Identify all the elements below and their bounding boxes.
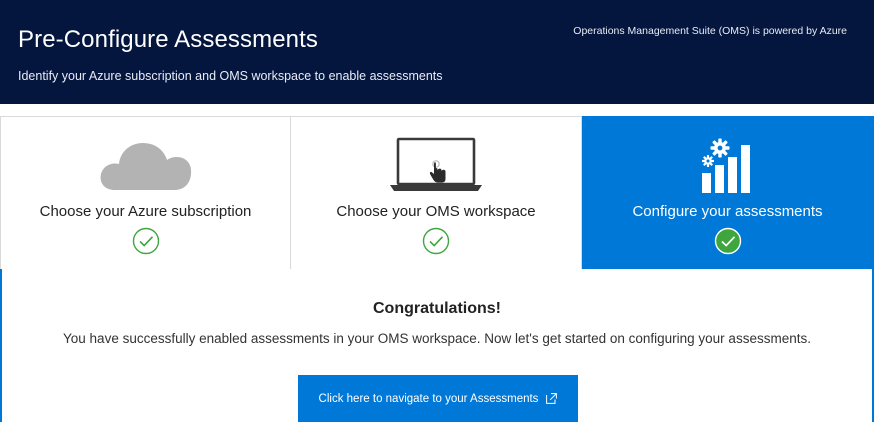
laptop-touch-icon (390, 137, 482, 191)
header-banner: Pre-Configure Assessments Identify your … (0, 0, 874, 104)
cloud-icon (100, 143, 191, 190)
checkmark-icon (132, 227, 159, 255)
step-label: Choose your Azure subscription (39, 203, 252, 220)
congratulations-panel: Congratulations! You have successfully e… (0, 269, 874, 422)
page-subtitle: Identify your Azure subscription and OMS… (18, 69, 443, 83)
checkmark-icon (714, 227, 741, 255)
page-title: Pre-Configure Assessments (18, 26, 318, 53)
gear-bar-chart-icon (701, 138, 750, 193)
success-message: You have successfully enabled assessment… (63, 331, 811, 346)
external-link-icon (546, 393, 558, 404)
step-azure-subscription[interactable]: Choose your Azure subscription (0, 116, 291, 269)
navigate-assessments-button[interactable]: Click here to navigate to your Assessmen… (298, 375, 578, 422)
step-configure-assessments[interactable]: Configure your assessments (582, 116, 874, 269)
powered-by-text: Operations Management Suite (OMS) is pow… (573, 25, 847, 37)
congratulations-heading: Congratulations! (373, 300, 501, 317)
step-label: Configure your assessments (632, 203, 823, 220)
step-label: Choose your OMS workspace (336, 203, 536, 220)
steps-bar: Choose your Azure subscription Choose yo… (0, 116, 874, 269)
navigate-button-label: Click here to navigate to your Assessmen… (318, 392, 539, 405)
checkmark-icon (422, 227, 450, 255)
step-oms-workspace[interactable]: Choose your OMS workspace (291, 116, 582, 269)
